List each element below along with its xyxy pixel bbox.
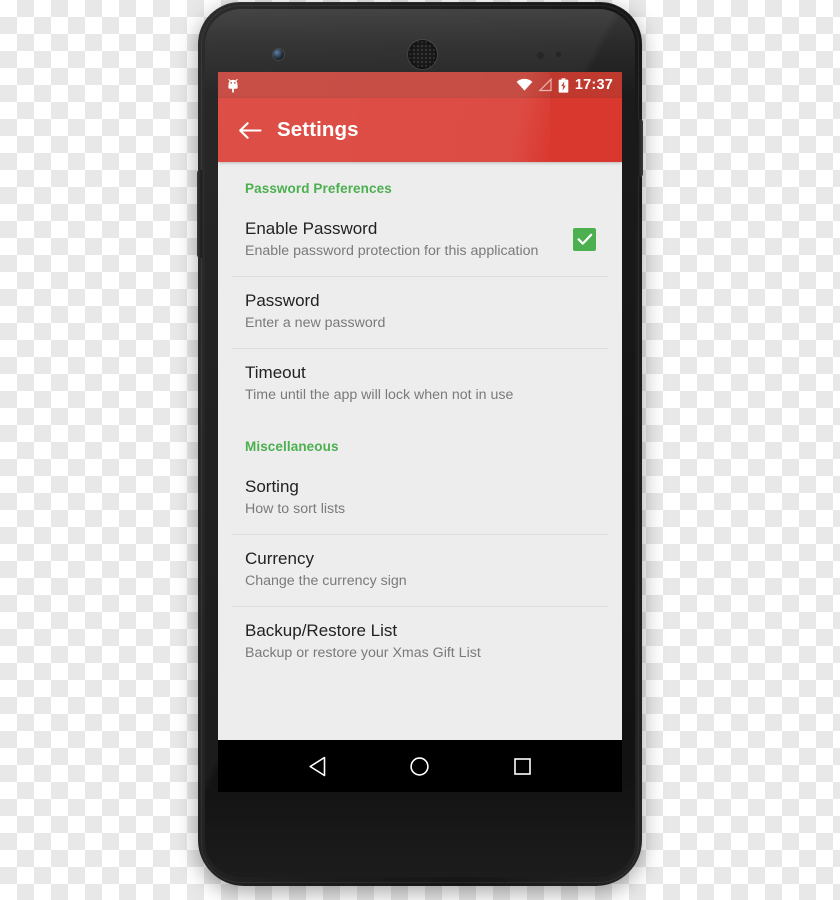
preference-text: Enable Password Enable password protecti… (245, 218, 573, 261)
android-navigation-bar (218, 740, 622, 792)
volume-rocker[interactable] (197, 170, 202, 258)
front-camera (273, 49, 284, 60)
status-bar-indicators: 17:37 (516, 78, 613, 93)
status-bar-notifications (226, 78, 240, 93)
earpiece-speaker (408, 40, 437, 69)
preference-row-enable-password[interactable]: Enable Password Enable password protecti… (218, 205, 622, 276)
light-sensor (556, 52, 561, 57)
back-arrow-icon[interactable] (233, 113, 267, 147)
preference-row-password[interactable]: Password Enter a new password (218, 277, 622, 348)
preference-text: Sorting How to sort lists (245, 476, 602, 519)
preference-title: Enable Password (245, 218, 561, 239)
proximity-sensor (537, 52, 544, 59)
status-bar: 17:37 (218, 72, 622, 98)
preference-row-timeout[interactable]: Timeout Time until the app will lock whe… (218, 349, 622, 420)
phone-screen: 17:37 Settings Password Preferences Enab… (218, 72, 622, 792)
preference-summary: Time until the app will lock when not in… (245, 386, 590, 405)
preference-summary: Enter a new password (245, 314, 590, 333)
preference-title: Timeout (245, 362, 590, 383)
settings-list[interactable]: Password Preferences Enable Password Ena… (218, 162, 622, 740)
nav-home-circle-icon[interactable] (397, 743, 443, 789)
preference-title: Password (245, 290, 590, 311)
android-robot-icon (226, 78, 240, 93)
section-header-miscellaneous: Miscellaneous (218, 420, 622, 463)
preference-row-sorting[interactable]: Sorting How to sort lists (218, 463, 622, 534)
cell-signal-icon (538, 78, 553, 92)
preference-text: Backup/Restore List Backup or restore yo… (245, 620, 602, 663)
nav-back-triangle-icon[interactable] (294, 743, 340, 789)
preference-summary: Enable password protection for this appl… (245, 242, 561, 261)
battery-charging-icon (558, 78, 569, 93)
wifi-icon (516, 78, 533, 92)
preference-text: Password Enter a new password (245, 290, 602, 333)
page-title: Settings (277, 118, 359, 142)
preference-title: Backup/Restore List (245, 620, 590, 641)
nav-recents-square-icon[interactable] (500, 743, 546, 789)
preference-row-currency[interactable]: Currency Change the currency sign (218, 535, 622, 606)
section-header-password-preferences: Password Preferences (218, 162, 622, 205)
preference-title: Sorting (245, 476, 590, 497)
preference-summary: How to sort lists (245, 500, 590, 519)
preference-title: Currency (245, 548, 590, 569)
preference-row-backup-restore-list[interactable]: Backup/Restore List Backup or restore yo… (218, 607, 622, 678)
power-button[interactable] (638, 119, 643, 177)
preference-text: Timeout Time until the app will lock whe… (245, 362, 602, 405)
enable-password-checkbox[interactable] (573, 228, 596, 251)
preference-text: Currency Change the currency sign (245, 548, 602, 591)
preference-summary: Change the currency sign (245, 572, 590, 591)
app-bar: Settings (218, 98, 622, 162)
preference-summary: Backup or restore your Xmas Gift List (245, 644, 590, 663)
status-bar-clock: 17:37 (574, 78, 613, 93)
